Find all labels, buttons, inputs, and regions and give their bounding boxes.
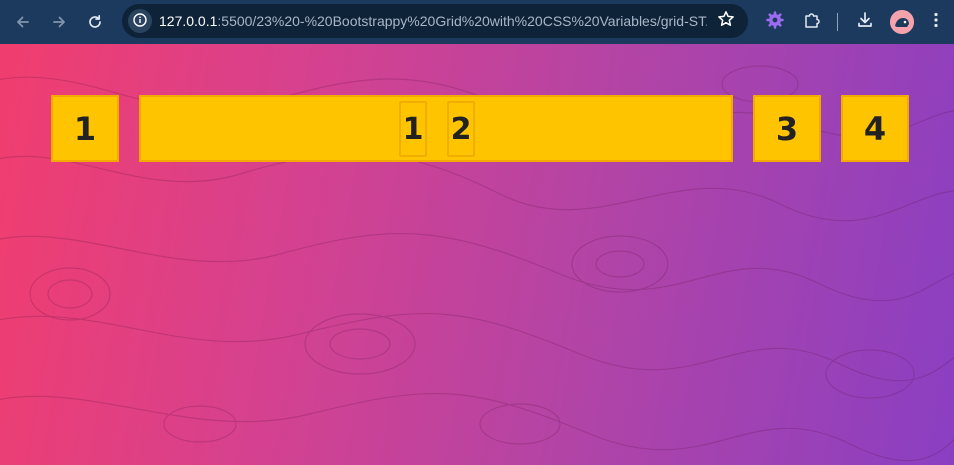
cell-label: 3: [775, 109, 799, 148]
puzzle-icon: [803, 11, 821, 33]
address-bar[interactable]: 127.0.0.1:5500/23%20-%20Bootstrappy%20Gr…: [122, 4, 748, 38]
gear-icon: [766, 11, 784, 33]
cell-label: 1: [73, 109, 97, 148]
page-viewport: 1 1 2 3 4: [0, 44, 954, 465]
reload-button[interactable]: [79, 6, 111, 38]
back-button[interactable]: [7, 6, 39, 38]
nested-cell-label: 2: [450, 111, 472, 147]
url-host: 127.0.0.1: [159, 13, 218, 29]
extension-button[interactable]: [761, 8, 789, 36]
reload-icon: [87, 14, 103, 30]
forward-button[interactable]: [43, 6, 75, 38]
cell-label: 4: [863, 109, 887, 148]
url-path: :5500/23%20-%20Bootstrappy%20Grid%20with…: [217, 13, 707, 29]
nested-cell-1: 1: [399, 101, 427, 157]
star-icon: [717, 10, 735, 32]
nested-cell-label: 1: [402, 111, 424, 147]
url-text[interactable]: 127.0.0.1:5500/23%20-%20Bootstrappy%20Gr…: [159, 4, 707, 38]
kebab-menu-icon: [927, 11, 945, 33]
arrow-right-icon: [51, 14, 67, 30]
extensions-menu-button[interactable]: [798, 8, 826, 36]
bookmark-button[interactable]: [714, 9, 738, 33]
site-info-button[interactable]: [128, 9, 152, 33]
grid-cell-4: 4: [841, 95, 909, 162]
toolbar-divider: [837, 13, 838, 31]
grid-cell-2-nested: 1 2: [139, 95, 733, 162]
grid-cell-1: 1: [51, 95, 119, 162]
grid-cell-3: 3: [753, 95, 821, 162]
browser-toolbar: 127.0.0.1:5500/23%20-%20Bootstrappy%20Gr…: [0, 0, 954, 44]
nested-cell-2: 2: [447, 101, 475, 157]
browser-menu-button[interactable]: [922, 8, 950, 36]
download-button[interactable]: [851, 8, 879, 36]
info-icon: [133, 12, 147, 31]
avatar[interactable]: [890, 10, 914, 34]
arrow-left-icon: [15, 14, 31, 30]
download-icon: [856, 11, 874, 33]
